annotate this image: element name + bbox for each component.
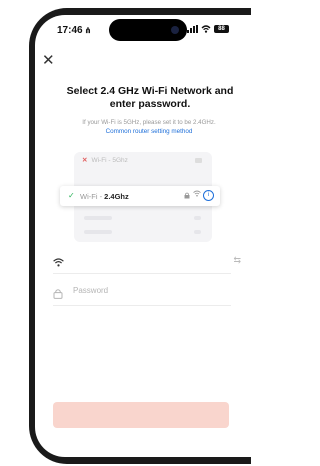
switch-network-icon[interactable]: ⇆ bbox=[233, 255, 241, 266]
location-icon: ⋔ bbox=[84, 26, 92, 35]
app-screen: 17:46 ⋔ 88 ✕ Select 2.4 GHz Wi-Fi Network… bbox=[35, 15, 251, 457]
status-icons: 88 bbox=[187, 25, 229, 33]
wifi-2-4ghz-label: Wi-Fi - 2.4Ghz bbox=[80, 192, 129, 201]
wifi-ssid-field[interactable]: ⇆ bbox=[53, 249, 241, 274]
password-row bbox=[53, 281, 231, 306]
battery-icon: 88 bbox=[214, 25, 229, 33]
status-bar: 17:46 ⋔ 88 bbox=[35, 15, 251, 45]
router-setting-link[interactable]: Common router setting method bbox=[47, 127, 251, 136]
placeholder-dot bbox=[194, 230, 201, 234]
placeholder-line bbox=[84, 216, 112, 220]
dynamic-island bbox=[109, 19, 187, 41]
placeholder-dot bbox=[194, 216, 201, 220]
wifi-2-4ghz-card: ✓ Wi-Fi - 2.4Ghz i bbox=[60, 186, 220, 206]
close-icon[interactable]: ✕ bbox=[42, 53, 55, 68]
placeholder-line bbox=[84, 230, 112, 234]
info-icon[interactable]: i bbox=[203, 190, 214, 201]
wifi-status-icon bbox=[201, 25, 211, 33]
wifi-icon bbox=[53, 254, 64, 272]
password-input[interactable] bbox=[73, 286, 223, 295]
lock-icon bbox=[184, 192, 190, 201]
camera-icon bbox=[171, 26, 179, 34]
hint-message: If your Wi-Fi is 5GHz, please set it to … bbox=[82, 119, 216, 126]
wifi-5ghz-icons bbox=[195, 158, 202, 163]
wifi-5ghz-row: ✕ Wi-Fi - 5Ghz bbox=[82, 156, 128, 164]
hint-text: If your Wi-Fi is 5GHz, please set it to … bbox=[47, 118, 251, 136]
next-button[interactable] bbox=[53, 402, 229, 428]
wifi-5ghz-band: 5Ghz bbox=[112, 157, 128, 164]
wifi-5ghz-prefix: Wi-Fi - bbox=[91, 157, 113, 164]
check-icon: ✓ bbox=[68, 191, 75, 200]
page-title: Select 2.4 GHz Wi-Fi Network and enter p… bbox=[66, 85, 234, 110]
lock-icon bbox=[53, 286, 63, 304]
status-time: 17:46 ⋔ bbox=[57, 25, 92, 36]
wifi-signal-icon bbox=[193, 190, 201, 199]
cross-icon: ✕ bbox=[82, 157, 88, 164]
signal-icon bbox=[187, 25, 198, 33]
